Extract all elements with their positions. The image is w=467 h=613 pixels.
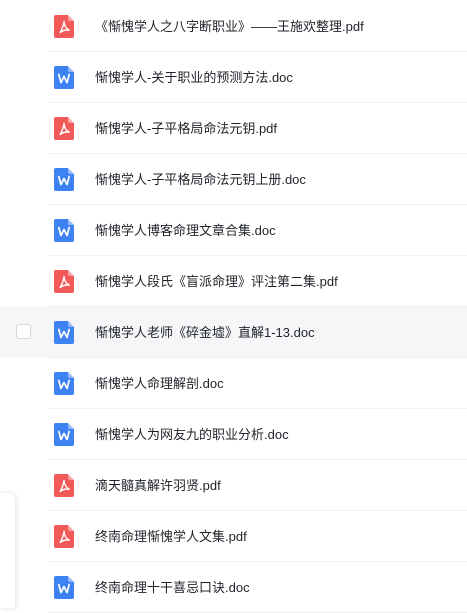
pdf-icon: [54, 474, 74, 497]
file-row[interactable]: 惭愧学人博客命理文章合集.doc: [0, 205, 467, 256]
file-name[interactable]: 惭愧学人-关于职业的预测方法.doc: [95, 52, 293, 103]
file-name[interactable]: 《惭愧学人之八字断职业》——王施欢整理.pdf: [95, 1, 364, 52]
word-doc-icon: [54, 168, 74, 191]
file-row[interactable]: 惭愧学人段氏《盲派命理》评注第二集.pdf: [0, 256, 467, 307]
file-row[interactable]: 惭愧学人-子平格局命法元钥.pdf: [0, 103, 467, 154]
file-name[interactable]: 终南命理惭愧学人文集.pdf: [95, 511, 247, 562]
file-name[interactable]: 滴天髓真解许羽贤.pdf: [95, 460, 221, 511]
pdf-icon: [54, 525, 74, 548]
file-row[interactable]: 惭愧学人命理解剖.doc: [0, 358, 467, 409]
pdf-icon: [54, 270, 74, 293]
word-doc-icon: [54, 219, 74, 242]
word-doc-icon: [54, 423, 74, 446]
file-list: 《惭愧学人之八字断职业》——王施欢整理.pdf 惭愧学人-关于职业的预测方法.d…: [0, 0, 467, 613]
pdf-icon: [54, 117, 74, 140]
file-row[interactable]: 终南命理惭愧学人文集.pdf: [0, 511, 467, 562]
side-panel: [0, 493, 15, 608]
file-name[interactable]: 惭愧学人-子平格局命法元钥.pdf: [95, 103, 277, 154]
word-doc-icon: [54, 576, 74, 599]
file-name[interactable]: 惭愧学人-子平格局命法元钥上册.doc: [95, 154, 306, 205]
file-name[interactable]: 惭愧学人命理解剖.doc: [95, 358, 224, 409]
word-doc-icon: [54, 66, 74, 89]
file-row[interactable]: 惭愧学人为网友九的职业分析.doc: [0, 409, 467, 460]
file-row[interactable]: 滴天髓真解许羽贤.pdf: [0, 460, 467, 511]
file-name[interactable]: 惭愧学人为网友九的职业分析.doc: [95, 409, 289, 460]
word-doc-icon: [54, 321, 74, 344]
file-row[interactable]: 终南命理十干喜忌口诀.doc: [0, 562, 467, 613]
pdf-icon: [54, 15, 74, 38]
file-row[interactable]: 《惭愧学人之八字断职业》——王施欢整理.pdf: [0, 1, 467, 52]
file-name[interactable]: 终南命理十干喜忌口诀.doc: [95, 562, 250, 613]
file-name[interactable]: 惭愧学人段氏《盲派命理》评注第二集.pdf: [95, 256, 338, 307]
file-name[interactable]: 惭愧学人老师《碎金墟》直解1-13.doc: [95, 307, 315, 358]
file-row[interactable]: 惭愧学人-子平格局命法元钥上册.doc: [0, 154, 467, 205]
word-doc-icon: [54, 372, 74, 395]
file-row[interactable]: 惭愧学人老师《碎金墟》直解1-13.doc: [0, 307, 467, 358]
file-row[interactable]: 惭愧学人-关于职业的预测方法.doc: [0, 52, 467, 103]
file-name[interactable]: 惭愧学人博客命理文章合集.doc: [95, 205, 276, 256]
row-checkbox[interactable]: [16, 324, 31, 339]
